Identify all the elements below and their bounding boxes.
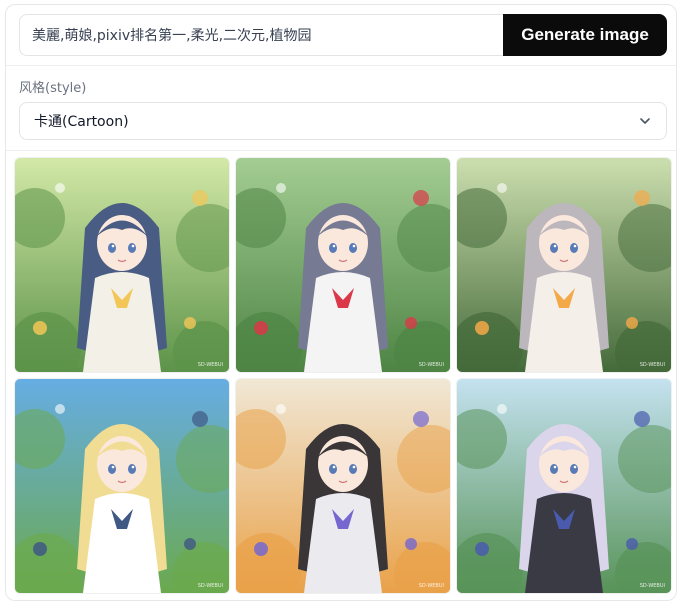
gallery-image-blonde-girl-sky[interactable]: SD-WEBUI (15, 379, 229, 593)
anime-illustration (236, 379, 450, 593)
generate-image-button[interactable]: Generate image (503, 14, 667, 56)
gallery-image-garden-girl-straw-hat[interactable]: SD-WEBUI (15, 158, 229, 372)
watermark: SD-WEBUI (418, 362, 444, 368)
prompt-row: Generate image (19, 14, 667, 56)
gallery-image-dark-hair-flower-field[interactable]: SD-WEBUI (236, 379, 450, 593)
chevron-down-icon (640, 118, 650, 124)
watermark: SD-WEBUI (197, 583, 223, 589)
anime-illustration (15, 379, 229, 593)
anime-illustration (236, 158, 450, 372)
prompt-input[interactable] (19, 14, 503, 56)
watermark: SD-WEBUI (418, 583, 444, 589)
image-gallery: SD-WEBUI SD-WEBUI SD-WEBUI SD-WEBUI SD-WEBUI… (15, 158, 671, 594)
gallery-image-sunflower-girl[interactable]: SD-WEBUI (457, 158, 671, 372)
anime-illustration (457, 379, 671, 593)
generator-panel: Generate image 风格(style) 卡通(Cartoon) SD-… (5, 4, 677, 601)
watermark: SD-WEBUI (197, 362, 223, 368)
gallery-image-garden-girl-red-bow[interactable]: SD-WEBUI (236, 158, 450, 372)
gallery-image-lavender-hair-waving[interactable]: SD-WEBUI (457, 379, 671, 593)
anime-illustration (457, 158, 671, 372)
divider (6, 65, 676, 66)
watermark: SD-WEBUI (639, 583, 665, 589)
style-label: 风格(style) (19, 81, 87, 96)
watermark: SD-WEBUI (639, 362, 665, 368)
anime-illustration (15, 158, 229, 372)
divider (6, 150, 676, 151)
style-select[interactable]: 卡通(Cartoon) (19, 102, 667, 140)
style-selected-value: 卡通(Cartoon) (34, 114, 129, 130)
